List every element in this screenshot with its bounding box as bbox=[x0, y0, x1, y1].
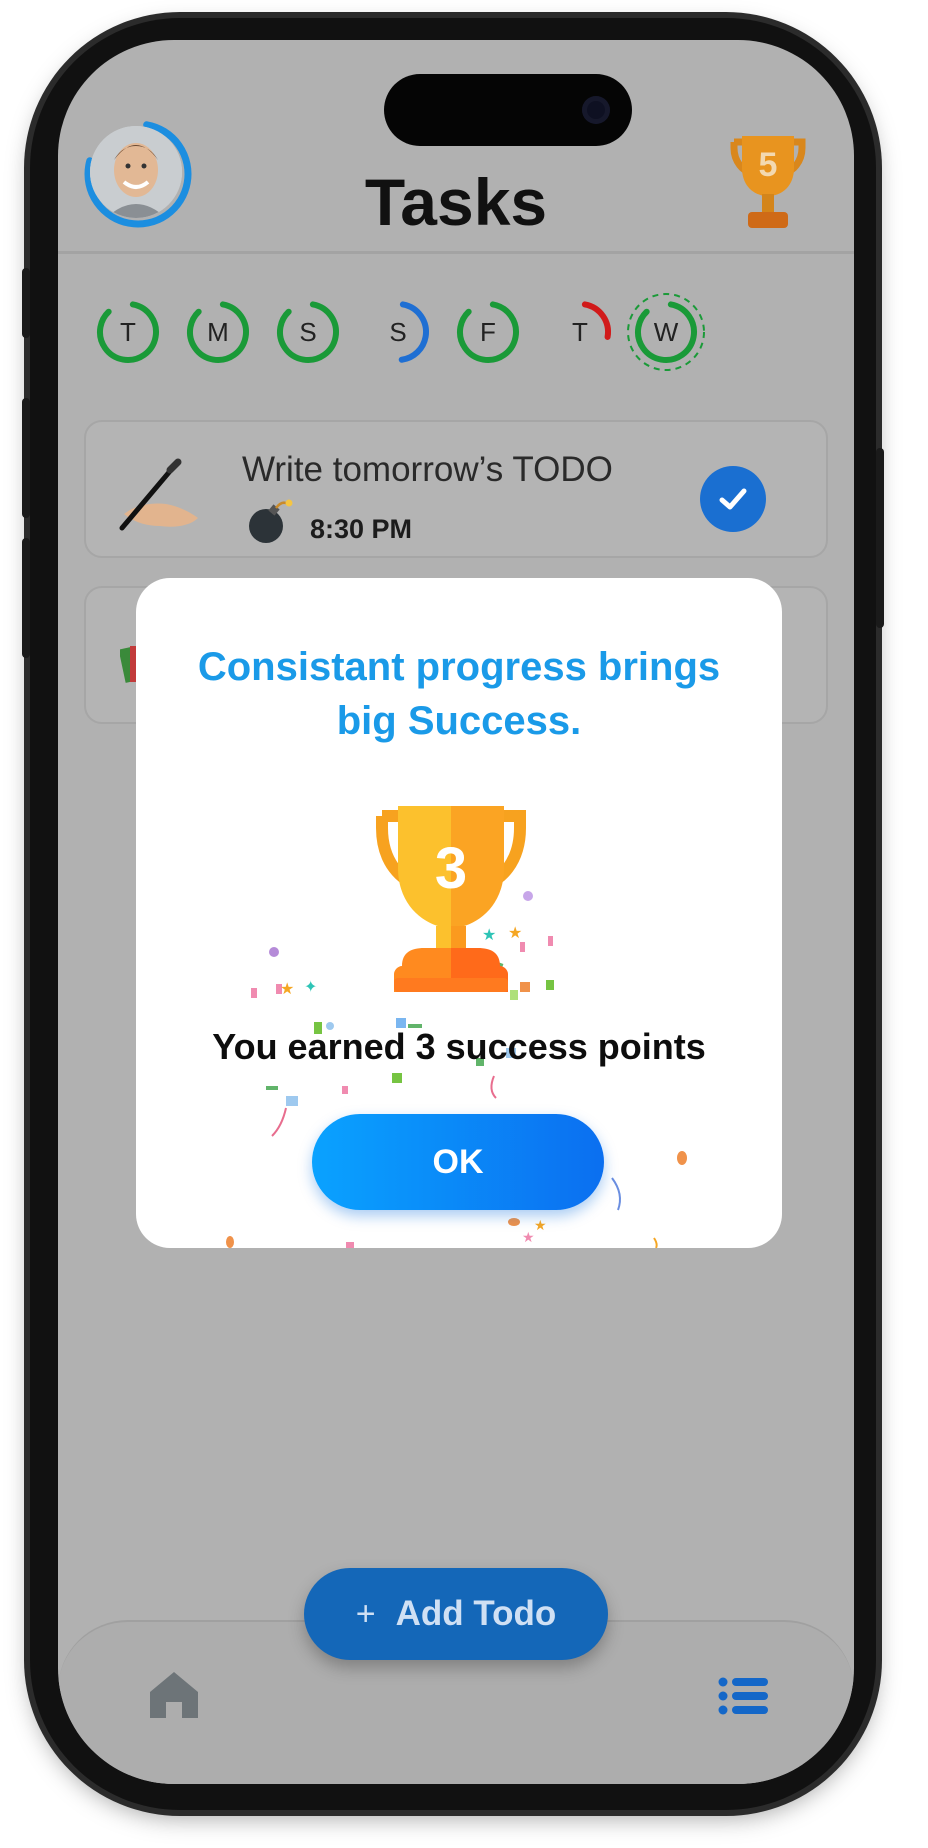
volume-down-button bbox=[22, 538, 30, 658]
trophy-points-badge[interactable]: 5 bbox=[720, 132, 816, 240]
day-progress-1[interactable]: M bbox=[178, 292, 258, 372]
trophy-icon: 5 bbox=[730, 136, 806, 228]
home-icon[interactable] bbox=[146, 1668, 202, 1720]
plus-icon: + bbox=[355, 1594, 376, 1633]
day-label: S bbox=[299, 317, 317, 347]
day-label: M bbox=[207, 317, 229, 347]
day-progress-0[interactable]: T bbox=[88, 292, 168, 372]
task-time: 8:30 PM bbox=[310, 514, 413, 544]
day-progress-4[interactable]: F bbox=[448, 292, 528, 372]
header: Tasks 5 bbox=[58, 40, 854, 254]
svg-text:✦: ✦ bbox=[304, 977, 317, 996]
action-button bbox=[22, 268, 30, 338]
bomb-icon bbox=[249, 499, 293, 543]
camera-icon bbox=[582, 96, 610, 124]
checkmark-icon bbox=[719, 488, 747, 510]
dialog-title: Consistant progress brings big Success. bbox=[197, 645, 721, 743]
task-card[interactable]: Write tomorrow’s TODO 8:30 PM bbox=[84, 420, 828, 558]
day-label: S bbox=[389, 317, 407, 347]
dynamic-island bbox=[384, 74, 632, 146]
task-complete-checkbox[interactable] bbox=[700, 466, 766, 532]
svg-text:★: ★ bbox=[522, 1230, 535, 1246]
day-progress-5[interactable]: T bbox=[540, 292, 620, 372]
task-title: Write tomorrow’s TODO bbox=[242, 450, 613, 489]
day-label: W bbox=[653, 317, 679, 347]
list-icon[interactable] bbox=[718, 1676, 768, 1716]
day-label: T bbox=[120, 317, 136, 347]
ok-button[interactable]: OK bbox=[312, 1114, 604, 1210]
svg-text:★: ★ bbox=[280, 979, 294, 998]
writing-hand-icon bbox=[119, 458, 198, 531]
trophy-points: 5 bbox=[759, 146, 778, 184]
day-progress-6[interactable]: W bbox=[626, 292, 706, 372]
success-dialog: ★ ✦ ★ ★ ★ ★ Consistant progress brings b… bbox=[136, 578, 782, 1248]
svg-text:★: ★ bbox=[534, 1218, 547, 1234]
add-todo-button[interactable]: + Add Todo bbox=[304, 1568, 608, 1660]
trophy-icon: 3 bbox=[376, 806, 526, 992]
volume-up-button bbox=[22, 398, 30, 518]
day-progress-2[interactable]: S bbox=[268, 292, 348, 372]
day-label: F bbox=[480, 317, 496, 347]
power-button bbox=[876, 448, 884, 628]
dialog-message: You earned 3 success points bbox=[212, 1026, 706, 1067]
add-todo-label: Add Todo bbox=[395, 1594, 557, 1633]
week-progress-strip: TMSSFTW bbox=[58, 292, 854, 392]
dialog-trophy-points: 3 bbox=[435, 836, 467, 901]
day-label: T bbox=[572, 317, 588, 347]
day-progress-3[interactable]: S bbox=[358, 292, 438, 372]
